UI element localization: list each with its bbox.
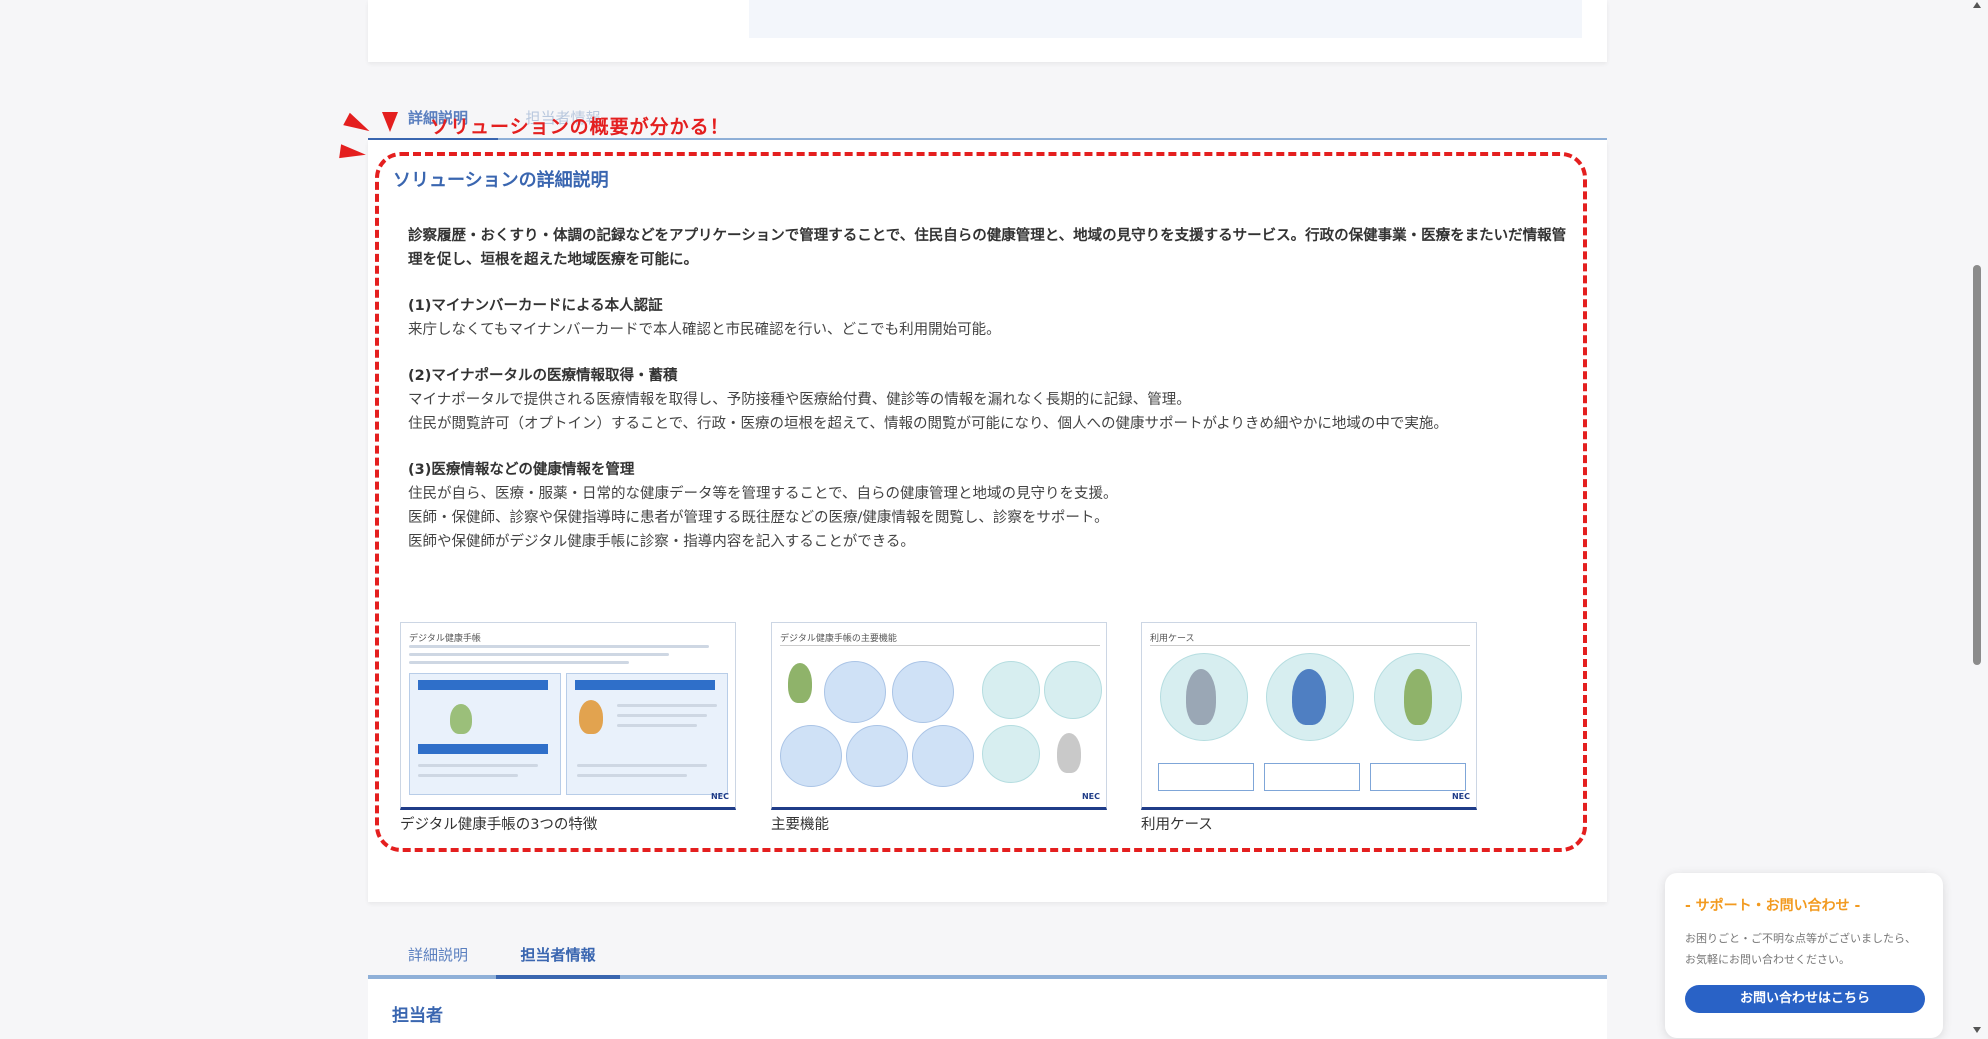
thumbnail-gallery: デジタル健康手帳 NEC デジタル健康手帳の3つの特徴 デジタル健康手帳の主要機… [400, 622, 1500, 842]
feature-line: 住民が自ら、医療・服薬・日常的な健康データ等を管理することで、自らの健康管理と地… [408, 486, 1118, 502]
tab-person[interactable]: 担当者情報 [496, 935, 620, 979]
section-title: ソリューションの詳細説明 [393, 170, 609, 191]
scrollbar-thumb[interactable] [1973, 265, 1981, 665]
feature-line: 住民が閲覧許可（オプトイン）することで、行政・医療の垣根を超えて、情報の閲覧が可… [408, 416, 1448, 432]
support-widget: - サポート・お問い合わせ - お困りごと・ご不明な点等がございましたら、お気軽… [1665, 873, 1943, 1038]
thumbnail-caption: 利用ケース [1141, 817, 1213, 833]
annotation-text: ソリューションの概要が分かる！ [430, 116, 730, 138]
annotation-arrow-icon [382, 112, 398, 132]
feature-line: 医師・保健師、診察や保健指導時に患者が管理する既往歴などの医療/健康情報を閲覧し… [408, 510, 1109, 526]
feature-line: マイナポータルで提供される医療情報を取得し、予防接種や医療給付費、健診等の情報を… [408, 392, 1191, 408]
lead-text: 診察履歴・おくすり・体調の記録などをアプリケーションで管理することで、住民自らの… [408, 228, 1567, 268]
tab-detail[interactable]: 詳細説明 [398, 935, 478, 975]
thumbnail-inner-title: 利用ケース [1150, 634, 1195, 644]
thumbnail-image[interactable]: デジタル健康手帳の主要機能 NEC [771, 622, 1107, 810]
thumbnail-inner-title: デジタル健康手帳の主要機能 [780, 634, 897, 644]
annotation-arrow-icon [339, 144, 367, 162]
feature-line: 来庁しなくてもマイナンバーカードで本人確認と市民確認を行い、どこでも利用開始可能… [408, 322, 1001, 338]
person-section-title: 担当者 [392, 1006, 443, 1026]
scroll-down-icon[interactable] [1973, 1027, 1981, 1033]
top-card [368, 0, 1607, 62]
nec-logo: NEC [1451, 792, 1470, 801]
thumbnail-inner-title: デジタル健康手帳 [409, 634, 481, 644]
thumbnail-caption: デジタル健康手帳の3つの特徴 [400, 817, 598, 833]
thumbnail-caption: 主要機能 [771, 817, 829, 833]
support-title: - サポート・お問い合わせ - [1685, 898, 1861, 914]
thumbnail-image[interactable]: 利用ケース NEC [1141, 622, 1477, 810]
feature-heading: (3)医療情報などの健康情報を管理 [408, 462, 635, 478]
nec-logo: NEC [1081, 792, 1100, 801]
page-scrollbar[interactable] [1972, 0, 1982, 1035]
scroll-up-icon[interactable] [1973, 2, 1981, 8]
feature-heading: (2)マイナポータルの医療情報取得・蓄積 [408, 368, 678, 384]
top-card-inner-panel [749, 0, 1582, 38]
thumbnail-features[interactable]: デジタル健康手帳 NEC デジタル健康手帳の3つの特徴 [400, 622, 738, 834]
person-card: 担当者 [368, 979, 1607, 1039]
nec-logo: NEC [710, 792, 729, 801]
thumbnail-use-cases[interactable]: 利用ケース NEC 利用ケース [1141, 622, 1479, 834]
feature-line: 医師や保健師がデジタル健康手帳に診察・指導内容を記入することができる。 [408, 534, 915, 550]
feature-heading: (1)マイナンバーカードによる本人認証 [408, 298, 663, 314]
solution-description: 診察履歴・おくすり・体調の記録などをアプリケーションで管理することで、住民自らの… [408, 224, 1573, 554]
contact-button[interactable]: お問い合わせはこちら [1685, 985, 1925, 1013]
thumbnail-image[interactable]: デジタル健康手帳 NEC [400, 622, 736, 810]
tabs-bottom: 詳細説明 担当者情報 [368, 935, 1607, 979]
thumbnail-main-functions[interactable]: デジタル健康手帳の主要機能 NEC 主要機能 [771, 622, 1109, 834]
support-description: お困りごと・ご不明な点等がございましたら、お気軽にお問い合わせください。 [1685, 932, 1916, 966]
